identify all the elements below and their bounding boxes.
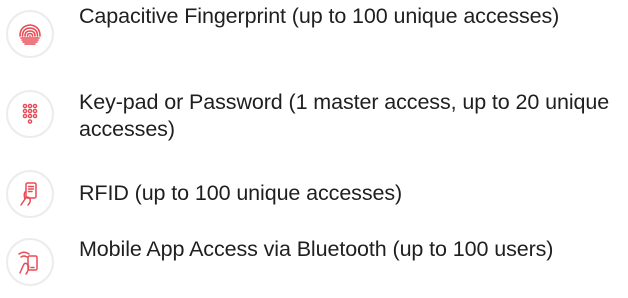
feature-rfid: RFID (up to 100 unique accesses)	[0, 160, 628, 220]
fingerprint-icon	[6, 10, 54, 58]
keypad-icon	[6, 90, 54, 138]
rfid-card-icon	[6, 170, 54, 218]
feature-keypad: Key-pad or Password (1 master access, up…	[0, 80, 628, 150]
feature-list: Capacitive Fingerprint (up to 100 unique…	[0, 0, 628, 298]
feature-label-mobile-app: Mobile App Access via Bluetooth (up to 1…	[79, 237, 554, 261]
feature-label-fingerprint: Capacitive Fingerprint (up to 100 unique…	[79, 4, 560, 28]
feature-label-keypad: Key-pad or Password (1 master access, up…	[79, 90, 610, 141]
mobile-bluetooth-icon	[6, 238, 54, 286]
feature-mobile-app: Mobile App Access via Bluetooth (up to 1…	[0, 228, 628, 298]
feature-fingerprint: Capacitive Fingerprint (up to 100 unique…	[0, 0, 628, 70]
feature-label-rfid: RFID (up to 100 unique accesses)	[79, 181, 403, 205]
